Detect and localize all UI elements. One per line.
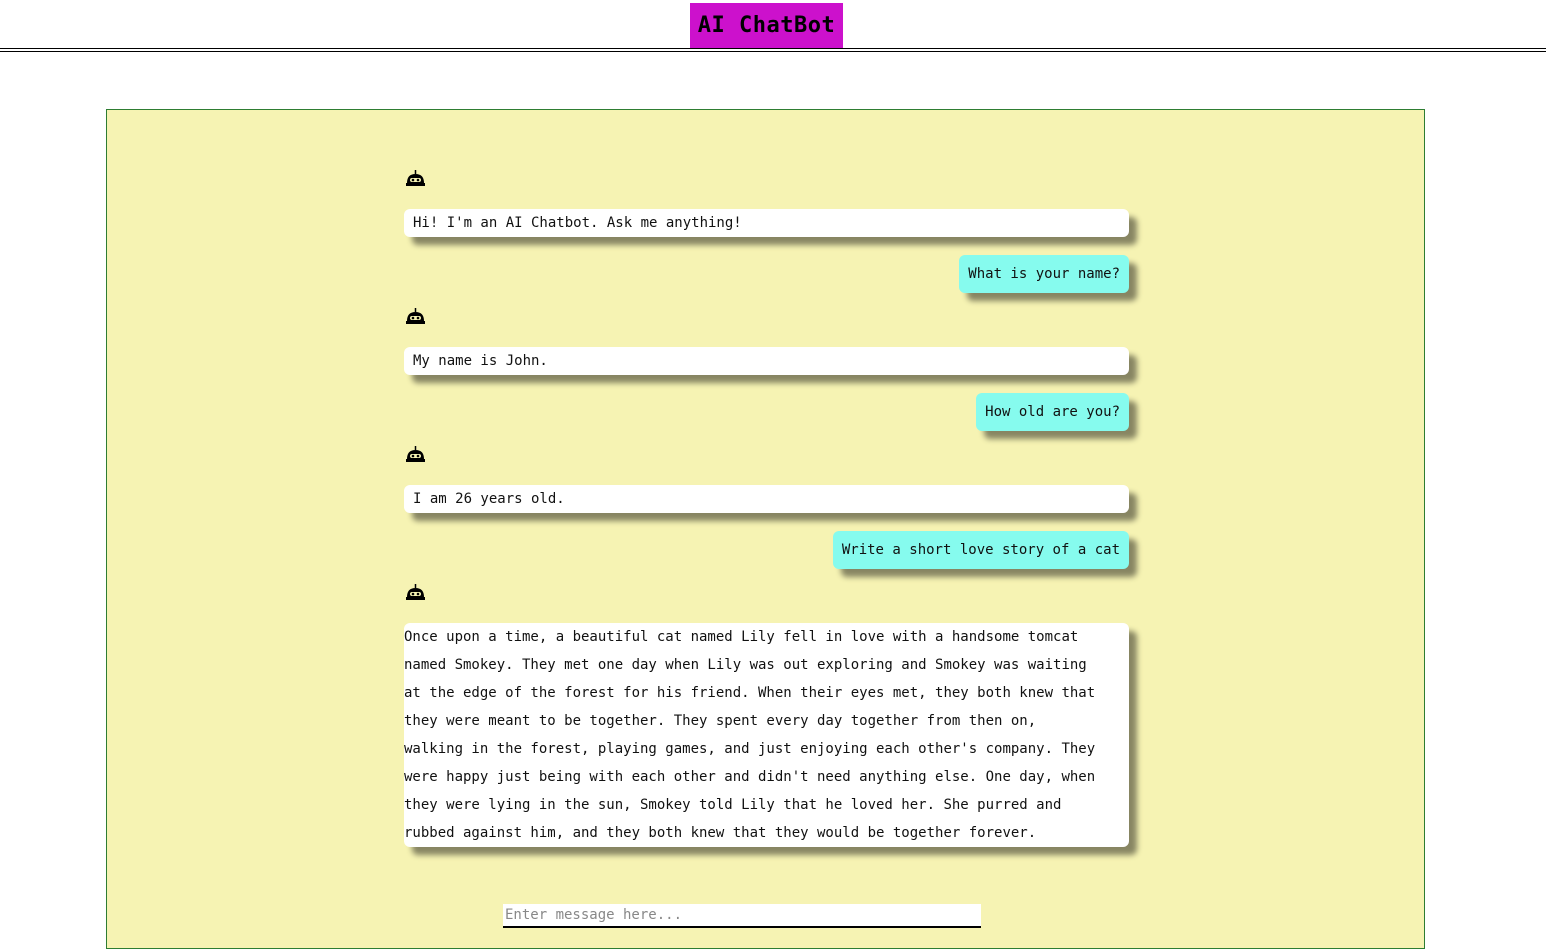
header-divider [0, 48, 1546, 52]
app-header: AI ChatBot [0, 0, 1546, 53]
bot-message-story: Once upon a time, a beautiful cat named … [404, 623, 1129, 847]
story-line: rubbed against him, and they both knew t… [404, 825, 1037, 841]
story-line: named Smokey. They met one day when Lily… [404, 657, 1087, 673]
user-message: What is your name? [959, 255, 1129, 293]
story-line: Once upon a time, a beautiful cat named … [404, 629, 1079, 645]
message-input-wrap [503, 904, 981, 928]
story-line: were happy just being with each other an… [404, 769, 1096, 785]
robot-icon [406, 308, 425, 324]
message-input[interactable] [503, 904, 981, 928]
app-title: AI ChatBot [690, 3, 843, 48]
bot-message: Hi! I'm an AI Chatbot. Ask me anything! [404, 209, 1129, 237]
robot-icon [406, 446, 425, 462]
story-line: they were meant to be together. They spe… [404, 713, 1037, 729]
user-message: Write a short love story of a cat [832, 531, 1129, 569]
story-line: they were lying in the sun, Smokey told … [404, 797, 1062, 813]
user-message: How old are you? [976, 393, 1129, 431]
story-line: at the edge of the forest for his friend… [404, 685, 1096, 701]
story-line: walking in the forest, playing games, an… [404, 741, 1096, 757]
robot-icon [406, 584, 425, 600]
bot-message: My name is John. [404, 347, 1129, 375]
robot-icon [406, 170, 425, 186]
bot-message: I am 26 years old. [404, 485, 1129, 513]
